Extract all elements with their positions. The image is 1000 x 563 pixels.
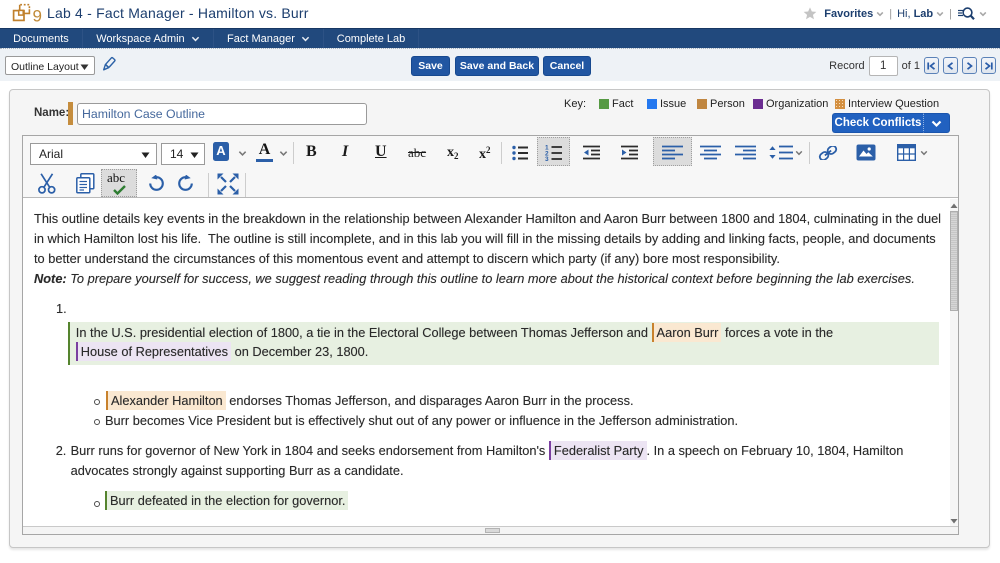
svg-text:9: 9 bbox=[33, 7, 42, 26]
svg-text:3: 3 bbox=[545, 156, 549, 161]
